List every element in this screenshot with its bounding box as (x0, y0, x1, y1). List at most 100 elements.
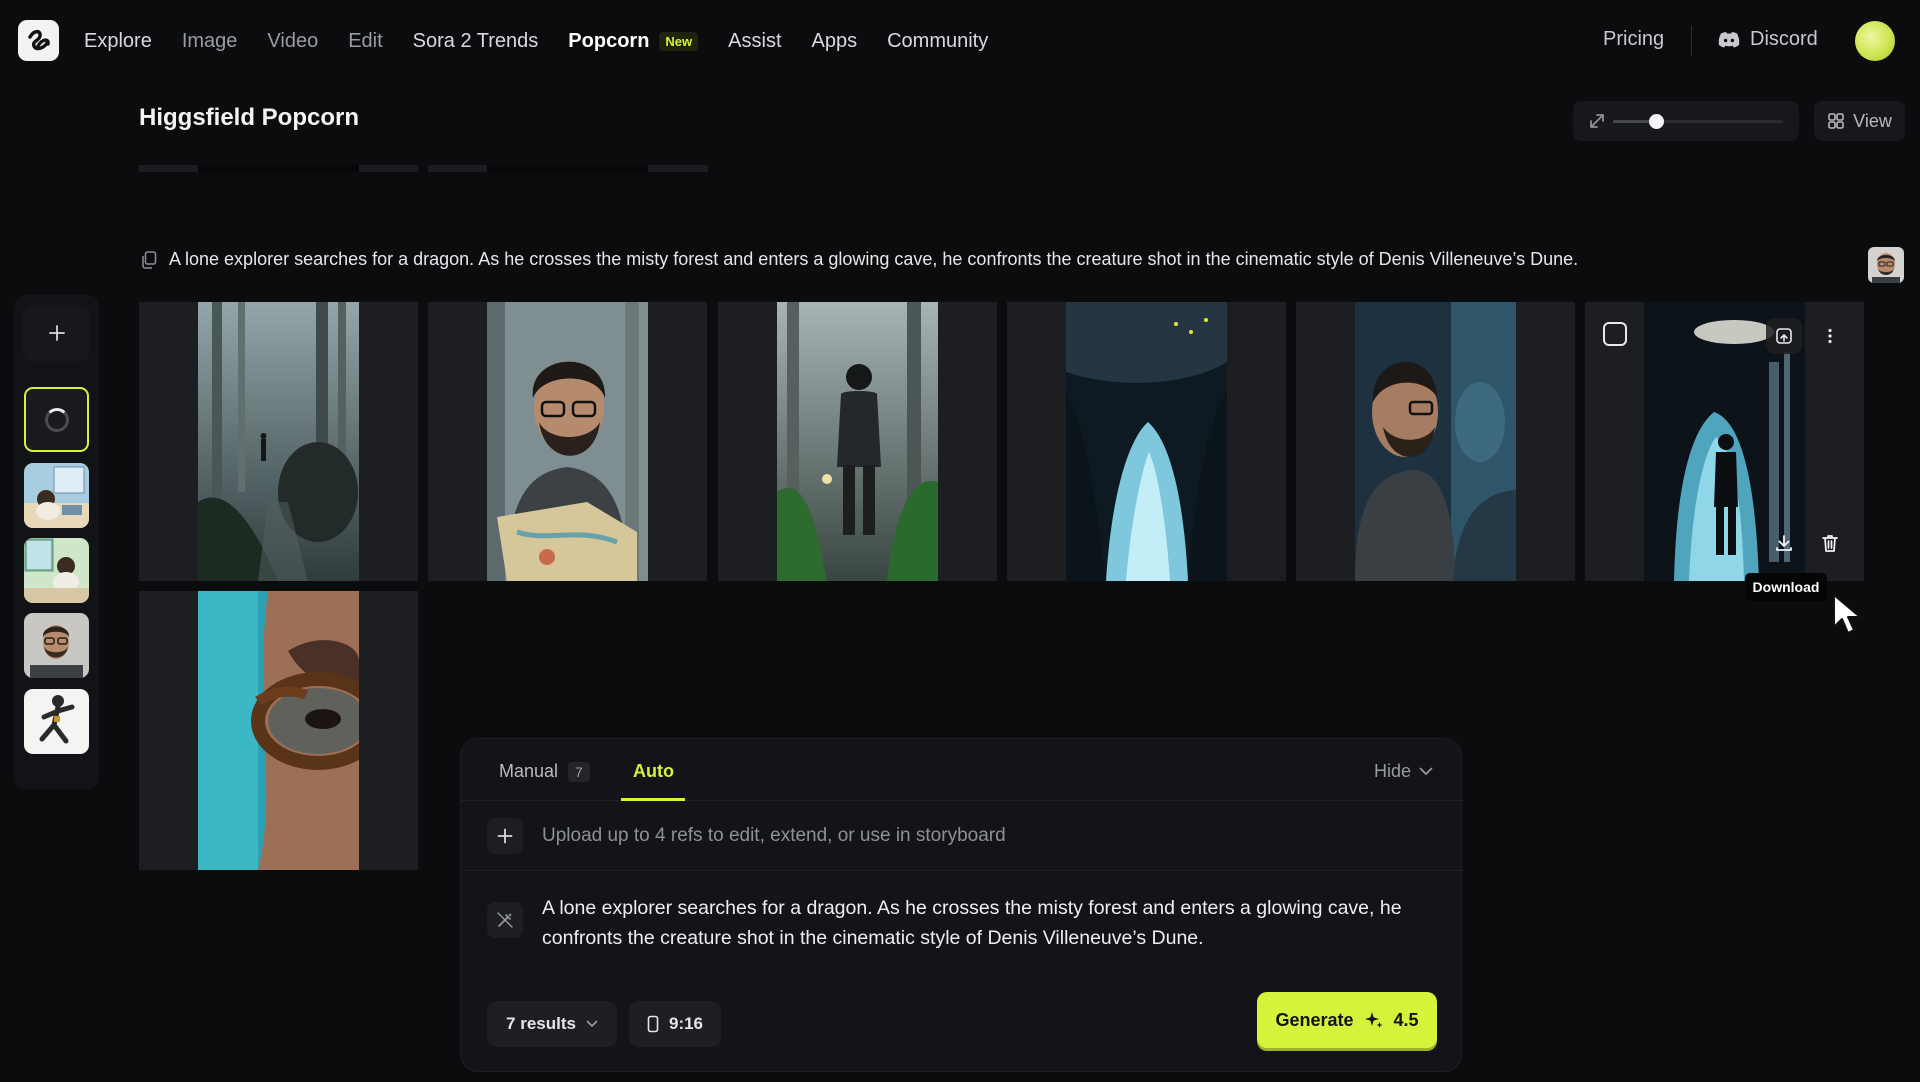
chevron-down-icon (1419, 767, 1433, 776)
upload-placeholder: Upload up to 4 refs to edit, extend, or … (542, 825, 1006, 846)
magic-wand-off-icon (497, 912, 513, 928)
plus-icon (497, 828, 513, 844)
top-navigation: Explore Image Video Edit Sora 2 Trends P… (0, 0, 1920, 82)
tab-manual[interactable]: Manual 7 (499, 761, 590, 782)
aspect-ratio-label: 9:16 (668, 1014, 704, 1033)
sparkle-icon (1364, 1012, 1382, 1028)
user-avatar[interactable] (1855, 21, 1895, 61)
mouse-cursor-icon (1833, 594, 1861, 634)
eye-closeup-image (198, 591, 359, 870)
rail-thumb-action-figure[interactable] (24, 689, 89, 754)
reuse-button[interactable] (1766, 318, 1802, 354)
nav-apps[interactable]: Apps (812, 30, 858, 53)
tab-manual-label: Manual (499, 761, 559, 781)
zoom-slider-handle[interactable] (1648, 114, 1664, 129)
generate-cost: 4.5 (1393, 1009, 1419, 1030)
portrait-ratio-icon (647, 1015, 659, 1033)
reference-rail (14, 295, 99, 789)
previous-result-thumbnail[interactable] (428, 165, 708, 172)
more-vertical-icon (1828, 328, 1832, 344)
logo-mark-icon (27, 29, 50, 50)
prompt-text: A lone explorer searches for a dragon. A… (169, 249, 1579, 269)
add-reference-button[interactable] (23, 305, 90, 361)
nav-sora-2-trends[interactable]: Sora 2 Trends (413, 30, 539, 53)
loading-spinner-icon (44, 407, 69, 432)
results-count-dropdown[interactable]: 7 results (487, 1001, 617, 1047)
select-checkbox[interactable] (1603, 322, 1627, 346)
nav-divider (1691, 26, 1692, 56)
nav-assist[interactable]: Assist (728, 30, 781, 53)
prompt-input[interactable]: A lone explorer searches for a dragon. A… (542, 893, 1422, 953)
prompt-author-avatar (1868, 247, 1904, 283)
nav-edit[interactable]: Edit (348, 30, 382, 53)
prompt-composer: Manual 7 Auto Hide Upload up to 4 refs t… (460, 738, 1463, 1072)
nav-video[interactable]: Video (267, 30, 318, 53)
download-tooltip: Download (1745, 573, 1827, 601)
rail-thumb-cartoon-room[interactable] (24, 463, 89, 528)
tab-auto[interactable]: Auto (633, 761, 674, 782)
rail-thumb-man-portrait[interactable] (24, 613, 89, 678)
grid-icon (1828, 113, 1844, 129)
plus-icon (48, 325, 65, 341)
result-tile-forest-walk[interactable] (718, 302, 997, 581)
higgsfield-logo[interactable] (18, 20, 59, 61)
more-options-button[interactable] (1812, 318, 1848, 354)
nav-community[interactable]: Community (887, 30, 988, 53)
enhance-prompt-button[interactable] (487, 902, 523, 938)
view-button[interactable]: View (1814, 101, 1905, 141)
download-button[interactable] (1766, 525, 1802, 561)
cartoon-scene-image (24, 463, 89, 528)
tab-auto-label: Auto (633, 761, 674, 781)
page-title: Higgsfield Popcorn (139, 104, 360, 131)
chevron-down-icon (586, 1020, 598, 1028)
upload-reference-button[interactable] (487, 818, 523, 854)
action-figure-image (24, 689, 89, 754)
previous-result-image (198, 165, 359, 172)
cartoon-scene-image (24, 538, 89, 603)
new-badge: New (659, 31, 699, 51)
results-count-label: 7 results (506, 1014, 576, 1033)
nav-image[interactable]: Image (182, 30, 238, 53)
generate-button[interactable]: Generate 4.5 (1257, 992, 1437, 1048)
result-tile-eye-closeup[interactable] (139, 591, 418, 870)
nav-pricing[interactable]: Pricing (1603, 28, 1664, 51)
nav-popcorn-label: Popcorn (568, 29, 650, 52)
result-tile-glowing-cave[interactable] (1007, 302, 1286, 581)
rail-thumb-cartoon-window[interactable] (24, 538, 89, 603)
discord-link[interactable]: Discord (1718, 28, 1818, 51)
hide-button[interactable]: Hide (1374, 761, 1433, 782)
reflection-profile-image (1355, 302, 1516, 581)
composer-tabs: Manual 7 Auto Hide (461, 739, 1463, 801)
misty-forest-image (198, 302, 359, 581)
rail-thumb-loading[interactable] (24, 387, 89, 452)
discord-label: Discord (1750, 28, 1818, 50)
zoom-control (1573, 101, 1799, 141)
manual-count-badge: 7 (568, 761, 590, 782)
hide-label: Hide (1374, 761, 1412, 781)
man-portrait-image (24, 613, 89, 678)
view-label: View (1853, 110, 1892, 131)
nav-popcorn[interactable]: Popcorn New (568, 29, 699, 53)
copy-icon[interactable] (141, 250, 157, 269)
previous-result-thumbnail[interactable] (139, 165, 418, 172)
zoom-slider[interactable] (1613, 114, 1783, 129)
result-tile-explorer-map[interactable] (428, 302, 707, 581)
nav-explore[interactable]: Explore (84, 30, 152, 53)
delete-button[interactable] (1812, 525, 1848, 561)
aspect-ratio-button[interactable]: 9:16 (629, 1001, 721, 1047)
reuse-image-icon (1776, 328, 1792, 344)
main-nav: Explore Image Video Edit Sora 2 Trends P… (84, 0, 1018, 82)
expand-icon[interactable] (1587, 111, 1607, 131)
trash-icon (1822, 535, 1838, 552)
explorer-map-image (487, 302, 648, 581)
result-tile-cave-silhouette[interactable] (1585, 302, 1864, 581)
discord-icon (1718, 32, 1740, 48)
result-tile-reflection[interactable] (1296, 302, 1575, 581)
download-icon (1776, 535, 1792, 551)
forest-walk-image (777, 302, 938, 581)
reference-upload-row[interactable]: Upload up to 4 refs to edit, extend, or … (461, 801, 1463, 871)
glowing-cave-image (1066, 302, 1227, 581)
generate-label: Generate (1275, 1009, 1354, 1030)
result-tile-misty-forest[interactable] (139, 302, 418, 581)
generation-prompt: A lone explorer searches for a dragon. A… (141, 249, 1578, 270)
